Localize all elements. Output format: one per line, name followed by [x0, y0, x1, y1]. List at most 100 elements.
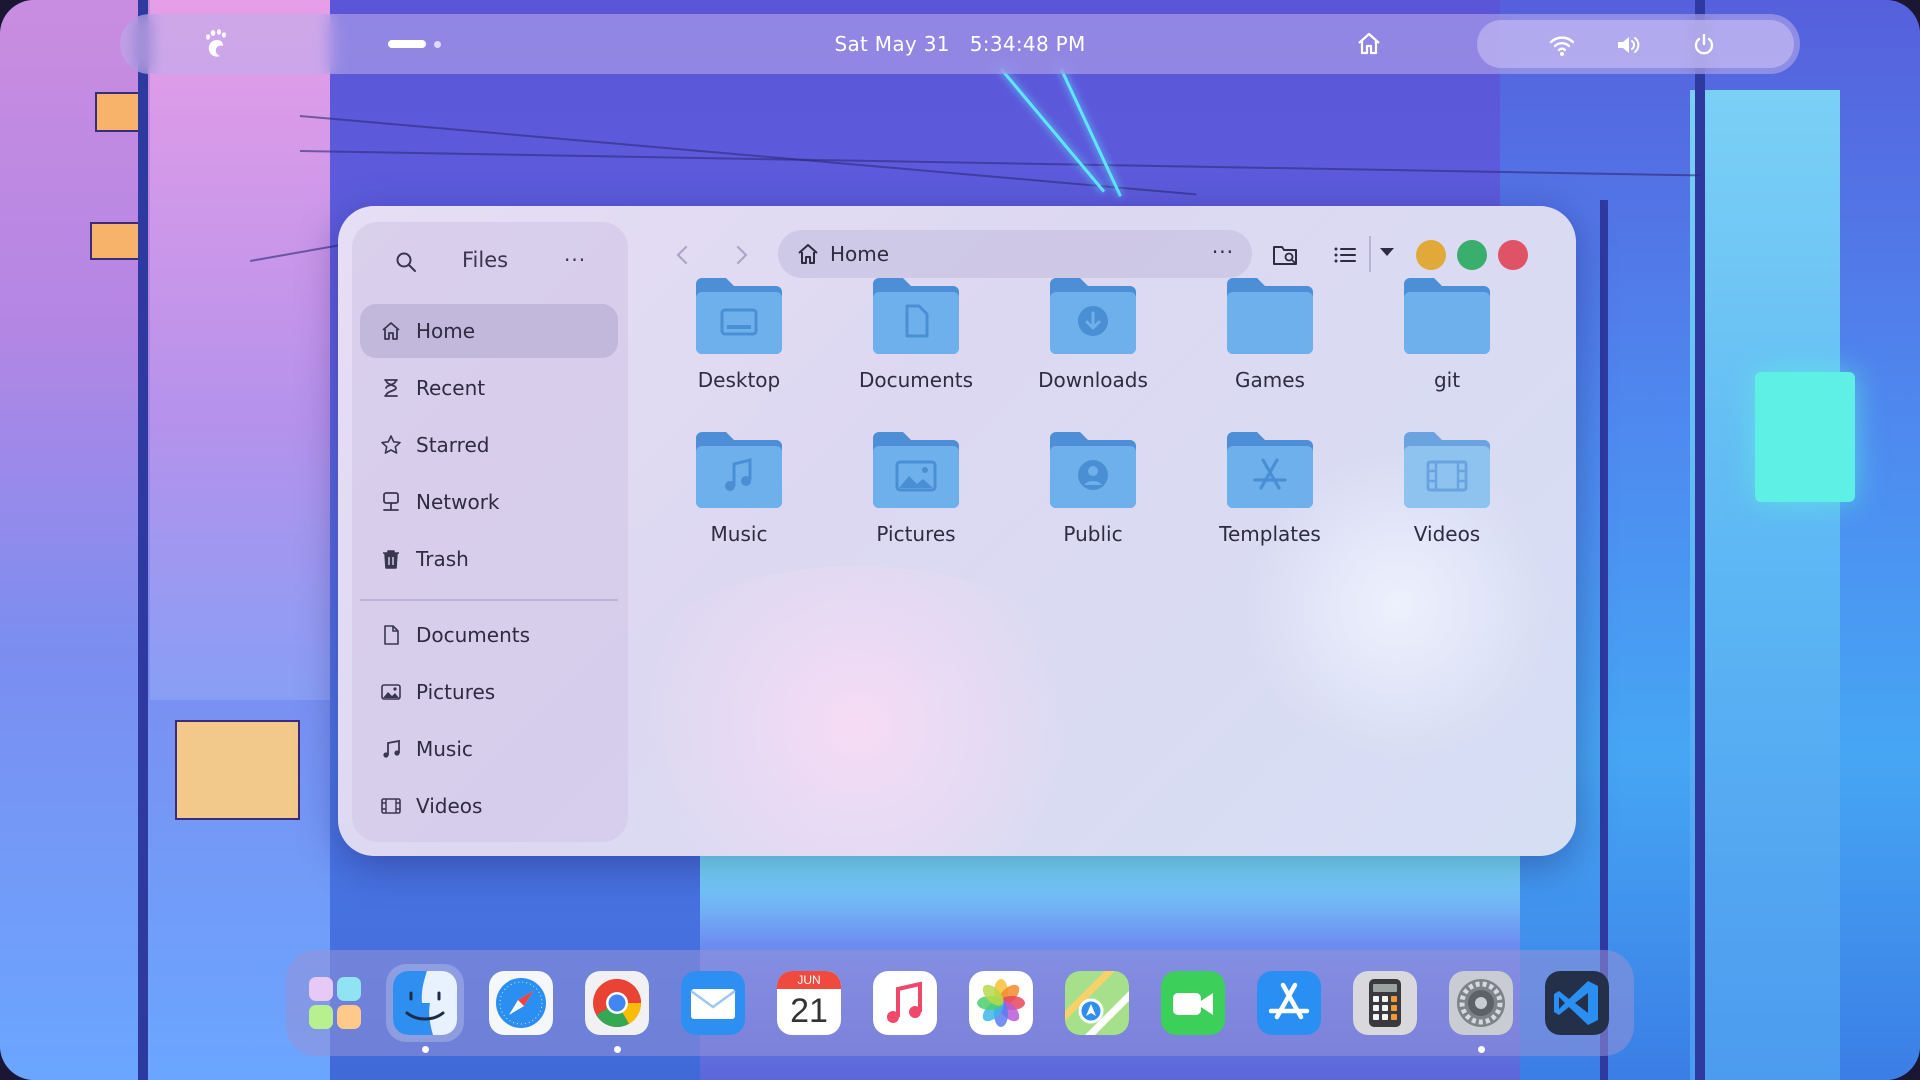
list-view-icon[interactable]	[1332, 242, 1358, 268]
minimize-button[interactable]	[1416, 240, 1446, 270]
main-menu-button[interactable]: ···	[564, 248, 586, 272]
dock-app-system-settings[interactable]	[1442, 964, 1520, 1042]
folder-desktop[interactable]: Desktop	[659, 276, 819, 406]
dock-app-mail[interactable]	[674, 964, 752, 1042]
folder-public[interactable]: Public	[1013, 430, 1173, 560]
sidebar-item-videos[interactable]: Videos	[360, 779, 618, 833]
picture-icon	[381, 684, 401, 700]
photos-icon	[969, 971, 1033, 1035]
document-icon	[384, 625, 399, 645]
dock-app-safari[interactable]	[482, 964, 560, 1042]
files-window: Files ··· Home Recent Starred Network Tr…	[338, 206, 1576, 856]
wallpaper-window	[90, 222, 145, 260]
path-segment-home[interactable]: Home	[830, 242, 889, 266]
power-icon	[1694, 33, 1714, 55]
sidebar-item-label: Starred	[416, 433, 490, 457]
folder-documents[interactable]: Documents	[836, 276, 996, 406]
top-bar: Sat May 31 5:34:48 PM	[120, 14, 1800, 74]
vscode-icon	[1545, 971, 1609, 1035]
search-folder-icon[interactable]	[1272, 242, 1300, 268]
clock-time: 5:34:48 PM	[969, 32, 1086, 56]
wallpaper-pole	[1695, 0, 1705, 1080]
home-icon	[798, 244, 818, 264]
maximize-button[interactable]	[1457, 240, 1487, 270]
sidebar-item-documents[interactable]: Documents	[360, 608, 618, 662]
sidebar-item-pictures[interactable]: Pictures	[360, 665, 618, 719]
facetime-icon	[1161, 971, 1225, 1035]
chrome-icon	[585, 971, 649, 1035]
dock-app-chrome[interactable]	[578, 964, 656, 1042]
calendar-day: 21	[790, 992, 828, 1030]
dock-app-calculator[interactable]	[1346, 964, 1424, 1042]
sidebar-item-music[interactable]: Music	[360, 722, 618, 776]
wallpaper-pink-building	[150, 0, 330, 700]
background-glow	[598, 566, 1118, 856]
dock-app-photos[interactable]	[962, 964, 1040, 1042]
finder-icon	[393, 971, 457, 1035]
sidebar-item-label: Videos	[416, 794, 483, 818]
volume-icon	[1618, 37, 1640, 53]
view-options-dropdown[interactable]	[1380, 248, 1394, 256]
folder-games[interactable]: Games	[1190, 276, 1350, 406]
sidebar-item-recent[interactable]: Recent	[360, 361, 618, 415]
music-icon	[383, 739, 400, 758]
documents-folder-icon	[873, 278, 959, 354]
dock-app-maps[interactable]	[1058, 964, 1136, 1042]
folder-label: Desktop	[697, 368, 781, 392]
app-grid-icon	[309, 977, 361, 1029]
calendar-icon: JUN 21	[777, 971, 841, 1035]
folder-icon	[1404, 278, 1490, 354]
home-icon[interactable]	[1355, 30, 1383, 58]
running-indicator	[1478, 1046, 1485, 1053]
folder-label: Videos	[1413, 522, 1481, 546]
back-arrow-icon[interactable]	[670, 242, 696, 268]
folder-downloads[interactable]: Downloads	[1013, 276, 1173, 406]
desktop: Sat May 31 5:34:48 PM Files ··· Home Rec…	[0, 0, 1920, 1080]
sidebar-separator	[360, 599, 618, 601]
path-menu-button[interactable]: ···	[1212, 240, 1234, 264]
gear-icon	[1449, 971, 1513, 1035]
folder-git[interactable]: git	[1367, 276, 1527, 406]
downloads-folder-icon	[1050, 278, 1136, 354]
video-icon	[381, 798, 401, 814]
sidebar-item-starred[interactable]: Starred	[360, 418, 618, 472]
folder-templates[interactable]: Templates	[1190, 430, 1350, 560]
folder-videos[interactable]: Videos	[1367, 430, 1527, 560]
sidebar-item-network[interactable]: Network	[360, 475, 618, 529]
wallpaper-pole	[138, 0, 148, 1080]
dock-app-facetime[interactable]	[1154, 964, 1232, 1042]
dock-app-music[interactable]	[866, 964, 944, 1042]
dock-app-calendar[interactable]: JUN 21	[770, 964, 848, 1042]
calendar-month: JUN	[777, 971, 841, 989]
dock-app-vscode[interactable]	[1538, 964, 1616, 1042]
calculator-icon	[1353, 971, 1417, 1035]
search-icon[interactable]	[394, 250, 418, 274]
system-status-area[interactable]	[1477, 20, 1794, 68]
sidebar-item-home[interactable]: Home	[360, 304, 618, 358]
mail-icon	[681, 971, 745, 1035]
dock-app-finder[interactable]	[386, 964, 464, 1042]
wallpaper-wire	[299, 115, 1197, 196]
sidebar-item-label: Home	[416, 319, 476, 343]
templates-folder-icon	[1227, 432, 1313, 508]
path-bar[interactable]: Home ···	[778, 230, 1252, 278]
running-indicator	[422, 1046, 429, 1053]
close-button[interactable]	[1498, 240, 1528, 270]
app-store-icon	[1257, 971, 1321, 1035]
running-indicator	[614, 1046, 621, 1053]
wallpaper-right-tower	[1690, 90, 1840, 1080]
sidebar-item-label: Music	[416, 737, 473, 761]
sidebar-item-trash[interactable]: Trash	[360, 532, 618, 586]
sidebar-item-label: Network	[416, 490, 500, 514]
clock-date: Sat May 31	[834, 32, 950, 56]
folder-pictures[interactable]: Pictures	[836, 430, 996, 560]
desktop-folder-icon	[696, 278, 782, 354]
dock-app-app-store[interactable]	[1250, 964, 1328, 1042]
sidebar-item-label: Recent	[416, 376, 486, 400]
wallpaper-ramen-sign	[1755, 372, 1855, 502]
forward-arrow-icon[interactable]	[728, 242, 754, 268]
dock-app-launcher[interactable]	[296, 964, 374, 1042]
folder-music[interactable]: Music	[659, 430, 819, 560]
videos-folder-icon	[1404, 432, 1490, 508]
wallpaper-pole	[1600, 200, 1608, 1080]
